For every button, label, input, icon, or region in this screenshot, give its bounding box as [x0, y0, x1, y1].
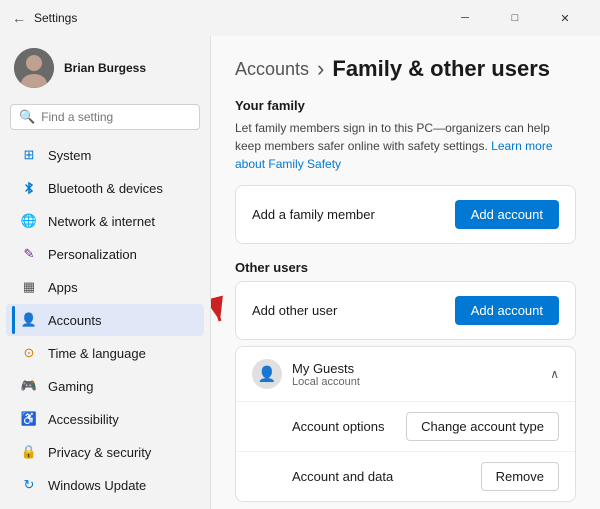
user-section[interactable]: Brian Burgess: [0, 36, 210, 100]
chevron-up-icon: ∧: [550, 367, 559, 381]
my-guests-info: 👤 My Guests Local account: [252, 359, 360, 389]
breadcrumb-separator: ›: [317, 56, 324, 82]
account-options-row: Account options Change account type: [236, 402, 575, 452]
my-guests-name: My Guests: [292, 361, 360, 376]
account-options-label: Account options: [292, 419, 385, 434]
accounts-icon: 👤: [20, 311, 38, 329]
change-account-type-button[interactable]: Change account type: [406, 412, 559, 441]
bluetooth-icon: [20, 179, 38, 197]
app-body: Brian Burgess 🔍 ⊞ System Bluetooth & dev…: [0, 36, 600, 509]
privacy-icon: 🔒: [20, 443, 38, 461]
breadcrumb-current: Family & other users: [332, 56, 550, 82]
main-content: Accounts › Family & other users Your fam…: [210, 36, 600, 509]
apps-icon: ▦: [20, 278, 38, 296]
user-card-avatar: 👤: [252, 359, 282, 389]
family-section-desc: Let family members sign in to this PC—or…: [235, 119, 576, 173]
search-icon: 🔍: [19, 109, 35, 125]
add-other-user-card: Add other user Add account: [235, 281, 576, 340]
add-family-label: Add a family member: [252, 207, 375, 222]
sidebar-item-update[interactable]: ↻ Windows Update: [6, 469, 204, 501]
sidebar-item-accessibility[interactable]: ♿ Accessibility: [6, 403, 204, 435]
sidebar-item-label: Time & language: [48, 346, 146, 361]
remove-button[interactable]: Remove: [481, 462, 559, 491]
other-users-title: Other users: [235, 260, 576, 275]
sidebar-item-privacy[interactable]: 🔒 Privacy & security: [6, 436, 204, 468]
account-data-row: Account and data Remove: [236, 452, 575, 501]
back-icon[interactable]: ←: [12, 10, 26, 26]
family-section: Your family Let family members sign in t…: [235, 98, 576, 244]
close-button[interactable]: ✕: [542, 6, 588, 30]
maximize-button[interactable]: □: [492, 6, 538, 30]
breadcrumb-parent[interactable]: Accounts: [235, 59, 309, 80]
sidebar-item-label: Gaming: [48, 379, 94, 394]
time-icon: ⊙: [20, 344, 38, 362]
breadcrumb: Accounts › Family & other users: [235, 56, 576, 82]
user-card-options: Account options Change account type Acco…: [236, 401, 575, 501]
sidebar-item-bluetooth[interactable]: Bluetooth & devices: [6, 172, 204, 204]
sidebar-item-label: Accessibility: [48, 412, 119, 427]
sidebar-item-label: Windows Update: [48, 478, 146, 493]
sidebar-item-label: Network & internet: [48, 214, 155, 229]
sidebar-item-label: Apps: [48, 280, 78, 295]
sidebar-item-label: Personalization: [48, 247, 137, 262]
my-guests-type: Local account: [292, 376, 360, 388]
add-family-card: Add a family member Add account: [235, 185, 576, 244]
sidebar-item-apps[interactable]: ▦ Apps: [6, 271, 204, 303]
accessibility-icon: ♿: [20, 410, 38, 428]
sidebar-item-label: Bluetooth & devices: [48, 181, 163, 196]
gaming-icon: 🎮: [20, 377, 38, 395]
sidebar-item-label: Accounts: [48, 313, 101, 328]
family-section-title: Your family: [235, 98, 576, 113]
sidebar-item-label: Privacy & security: [48, 445, 151, 460]
update-icon: ↻: [20, 476, 38, 494]
other-users-section: Other users Add other user Add account: [235, 260, 576, 502]
my-guests-header[interactable]: 👤 My Guests Local account ∧: [236, 347, 575, 401]
sidebar-item-personalization[interactable]: ✎ Personalization: [6, 238, 204, 270]
arrow-container: Add other user Add account: [235, 281, 576, 340]
sidebar-item-system[interactable]: ⊞ System: [6, 139, 204, 171]
sidebar-item-label: System: [48, 148, 91, 163]
avatar: [14, 48, 54, 88]
sidebar-nav: ⊞ System Bluetooth & devices 🌐 Network &…: [0, 138, 210, 502]
personalization-icon: ✎: [20, 245, 38, 263]
sidebar-item-time[interactable]: ⊙ Time & language: [6, 337, 204, 369]
search-box[interactable]: 🔍: [10, 104, 200, 130]
titlebar: ← Settings ─ □ ✕: [0, 0, 600, 36]
my-guests-card: 👤 My Guests Local account ∧ Account opti…: [235, 346, 576, 502]
titlebar-title: Settings: [34, 11, 77, 25]
network-icon: 🌐: [20, 212, 38, 230]
window-controls: ─ □ ✕: [442, 6, 588, 30]
sidebar: Brian Burgess 🔍 ⊞ System Bluetooth & dev…: [0, 36, 210, 509]
search-input[interactable]: [41, 110, 191, 124]
user-name: Brian Burgess: [64, 61, 146, 75]
add-family-button[interactable]: Add account: [455, 200, 559, 229]
system-icon: ⊞: [20, 146, 38, 164]
sidebar-item-accounts[interactable]: 👤 Accounts: [6, 304, 204, 336]
minimize-button[interactable]: ─: [442, 6, 488, 30]
account-data-label: Account and data: [292, 469, 393, 484]
add-other-user-label: Add other user: [252, 303, 337, 318]
sidebar-item-network[interactable]: 🌐 Network & internet: [6, 205, 204, 237]
add-other-user-button[interactable]: Add account: [455, 296, 559, 325]
sidebar-item-gaming[interactable]: 🎮 Gaming: [6, 370, 204, 402]
